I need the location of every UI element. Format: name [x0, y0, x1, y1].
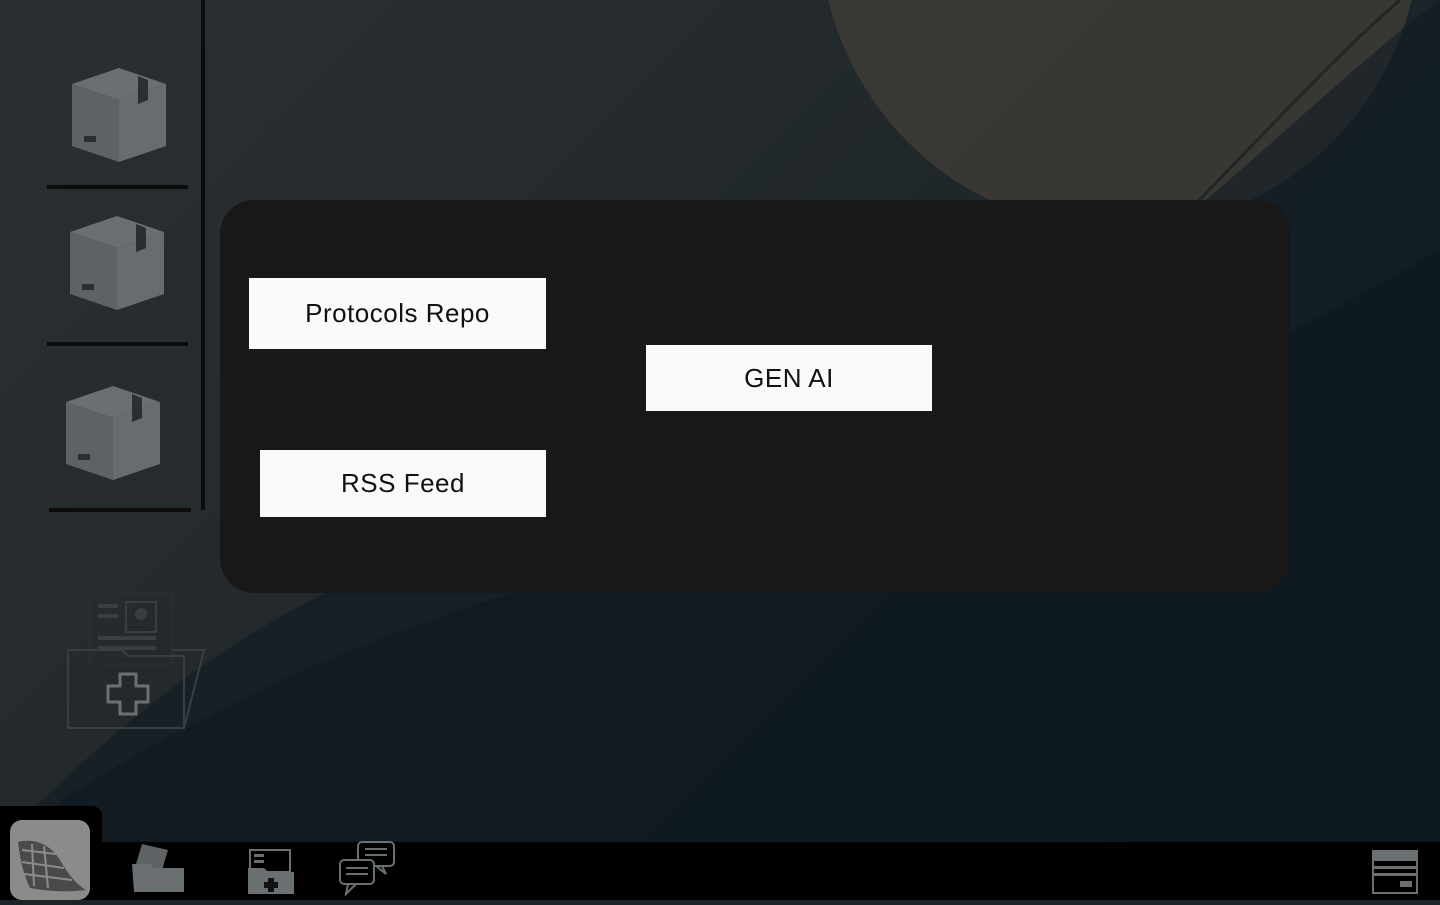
sidebar-rail	[201, 0, 205, 510]
taskbar-item-app-logo[interactable]	[10, 820, 90, 900]
app-logo-icon	[18, 840, 86, 892]
rss-feed-button[interactable]: RSS Feed	[260, 450, 546, 517]
package-box-icon	[70, 216, 164, 310]
protocols-repo-button[interactable]: Protocols Repo	[249, 278, 546, 349]
taskbar-item-window[interactable]	[1370, 848, 1420, 901]
sidebar-item-3[interactable]	[64, 384, 162, 487]
taskbar-item-folder[interactable]	[128, 840, 188, 901]
medical-folder-icon[interactable]	[64, 590, 206, 737]
gen-ai-button[interactable]: GEN AI	[646, 345, 932, 411]
main-panel: Protocols Repo GEN AI RSS Feed	[220, 200, 1290, 593]
package-box-icon	[72, 68, 166, 162]
sidebar-divider	[47, 185, 188, 189]
sidebar-divider	[47, 342, 188, 346]
medical-id-card-icon	[248, 849, 294, 894]
card-window-icon	[1372, 850, 1418, 894]
folder-files-icon	[132, 844, 184, 892]
package-box-icon	[66, 386, 160, 480]
sidebar-divider	[49, 508, 191, 512]
taskbar	[0, 842, 1440, 900]
sidebar-item-1[interactable]	[70, 66, 168, 169]
chat-bubbles-icon	[339, 841, 395, 898]
sidebar-item-2[interactable]	[68, 214, 166, 317]
taskbar-item-chat[interactable]	[338, 840, 398, 901]
taskbar-item-medical[interactable]	[246, 846, 298, 901]
